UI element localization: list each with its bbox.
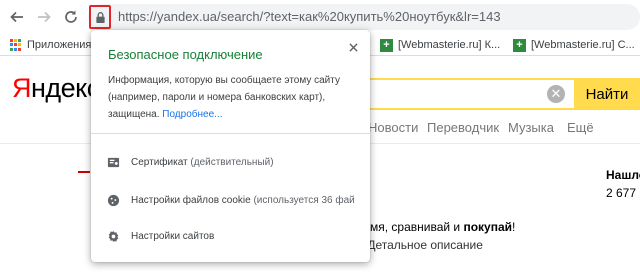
- desc-line: защищена.: [108, 109, 163, 120]
- result-snippet-line: - Детальное описание: [360, 238, 483, 252]
- snippet-text: мя, сравнивай и: [370, 220, 464, 234]
- lock-icon: [95, 11, 105, 23]
- row-label: Сертификат: [131, 156, 188, 168]
- site-info-button[interactable]: [89, 5, 111, 29]
- bookmark-label: Приложения: [27, 39, 92, 51]
- row-label: Настройки сайтов: [131, 230, 215, 242]
- popup-description: Информация, которую вы сообщаете этому с…: [108, 72, 358, 123]
- logo-first-letter: Я: [12, 73, 32, 103]
- row-sublabel: (используется 36 фай: [250, 194, 355, 206]
- browser-toolbar: https://yandex.ua/search/?text=как%20куп…: [0, 0, 640, 34]
- webmasterie-icon: +: [513, 38, 526, 52]
- row-sublabel: (действительный): [187, 156, 274, 168]
- snippet-highlight: покупай: [463, 220, 513, 234]
- service-link-translator[interactable]: Переводчик: [427, 120, 499, 135]
- service-link-more[interactable]: Ещё: [567, 120, 594, 135]
- forward-button[interactable]: [33, 6, 55, 28]
- popup-title: Безопасное подключение: [108, 47, 263, 62]
- close-icon: [348, 42, 358, 52]
- row-label: Настройки файлов cookie: [131, 194, 251, 206]
- certificate-icon: [106, 155, 120, 169]
- desc-line: Информация, которую вы сообщаете этому с…: [108, 75, 340, 86]
- site-info-popup: Безопасное подключение Информация, котор…: [91, 30, 370, 262]
- back-button[interactable]: [6, 6, 28, 28]
- ad-marker: [78, 171, 90, 175]
- yandex-logo[interactable]: Яндекс: [12, 73, 100, 104]
- service-link-music[interactable]: Музыка: [508, 120, 554, 135]
- popup-divider: [91, 133, 370, 134]
- service-link-news[interactable]: Новости: [368, 120, 418, 135]
- arrow-right-icon: [38, 11, 51, 23]
- bookmark-webmasterie-1[interactable]: + [Webmasterie.ru] К...: [380, 37, 500, 53]
- desc-line: (например, пароли и номера банковских ка…: [108, 92, 326, 103]
- site-settings-row[interactable]: Настройки сайтов: [91, 223, 370, 249]
- url-text[interactable]: https://yandex.ua/search/?text=как%20куп…: [118, 9, 501, 24]
- found-label: Нашло: [606, 168, 640, 182]
- find-button[interactable]: Найти: [574, 78, 640, 110]
- bookmark-label: [Webmasterie.ru] К...: [398, 39, 501, 51]
- reload-button[interactable]: [60, 6, 82, 28]
- reload-icon: [65, 10, 77, 23]
- clear-search-button[interactable]: ✕: [547, 85, 565, 103]
- learn-more-link[interactable]: Подробнее...: [162, 109, 222, 120]
- result-snippet-line: мя, сравнивай и покупай!: [370, 220, 515, 234]
- cookie-icon: [106, 193, 120, 207]
- bookmark-label: [Webmasterie.ru] С...: [531, 39, 635, 51]
- apps-icon: [10, 39, 22, 51]
- close-popup-button[interactable]: [346, 40, 360, 54]
- snippet-text: !: [512, 220, 516, 234]
- bookmark-apps[interactable]: Приложения: [10, 37, 91, 53]
- gear-icon: [106, 229, 120, 243]
- found-count: 2 677: [606, 186, 637, 200]
- certificate-row[interactable]: Сертификат (действительный): [91, 149, 370, 175]
- bookmark-webmasterie-2[interactable]: + [Webmasterie.ru] С...: [513, 37, 635, 53]
- arrow-left-icon: [10, 11, 23, 23]
- cookie-settings-row[interactable]: Настройки файлов cookie (используется 36…: [91, 187, 370, 213]
- browser-window: https://yandex.ua/search/?text=как%20куп…: [0, 0, 640, 274]
- logo-rest: ндекс: [31, 73, 100, 103]
- webmasterie-icon: +: [380, 38, 393, 52]
